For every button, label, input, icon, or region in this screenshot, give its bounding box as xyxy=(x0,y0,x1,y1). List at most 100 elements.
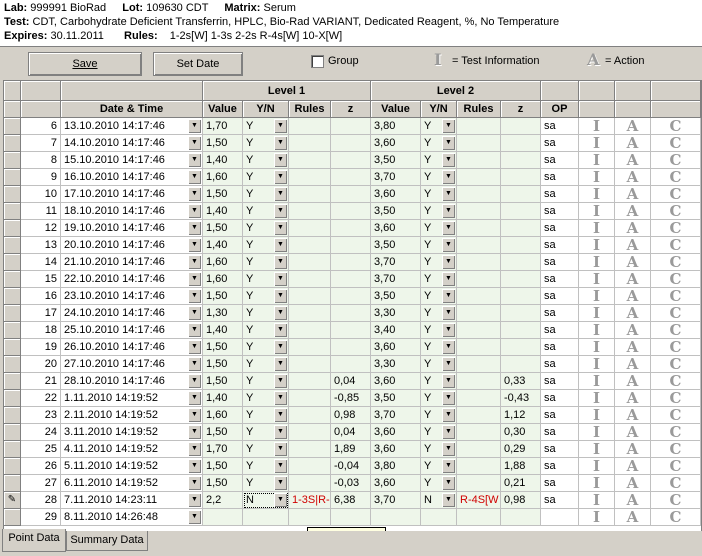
l2-yn-cell[interactable]: Y ▼ xyxy=(421,135,457,152)
row-selector[interactable] xyxy=(4,424,21,441)
l1-z-cell[interactable] xyxy=(331,271,371,288)
l1-z-cell[interactable] xyxy=(331,339,371,356)
l1-z-cell[interactable] xyxy=(331,220,371,237)
action-icon[interactable]: A xyxy=(615,186,651,203)
l2-rules-cell[interactable] xyxy=(457,458,501,475)
l2-value-cell[interactable]: 3,60 xyxy=(371,424,421,441)
date-time-cell[interactable]: 14.10.2010 14:17:46 ▼ xyxy=(61,135,203,152)
op-cell[interactable]: sa xyxy=(541,152,579,169)
l2-rules-header[interactable]: Rules xyxy=(457,101,501,118)
l2-yn-cell[interactable]: Y ▼ xyxy=(421,254,457,271)
l1-yn-cell[interactable]: Y ▼ xyxy=(243,458,289,475)
row-selector[interactable] xyxy=(4,271,21,288)
date-time-cell[interactable]: 4.11.2010 14:19:52 ▼ xyxy=(61,441,203,458)
l1-z-cell[interactable]: -0,85 xyxy=(331,390,371,407)
dropdown-arrow-icon[interactable]: ▼ xyxy=(274,391,287,405)
l2-rules-cell[interactable] xyxy=(457,271,501,288)
l1-yn-cell[interactable]: Y ▼ xyxy=(243,186,289,203)
dropdown-arrow-icon[interactable]: ▼ xyxy=(188,391,201,405)
date-time-cell[interactable]: 1.11.2010 14:19:52 ▼ xyxy=(61,390,203,407)
date-time-cell[interactable]: 5.11.2010 14:19:52 ▼ xyxy=(61,458,203,475)
l2-value-cell[interactable]: 3,50 xyxy=(371,288,421,305)
l1-yn-cell[interactable]: Y ▼ xyxy=(243,271,289,288)
l2-yn-cell[interactable]: Y ▼ xyxy=(421,475,457,492)
l1-value-cell[interactable]: 1,40 xyxy=(203,390,243,407)
l2-value-cell[interactable]: 3,50 xyxy=(371,203,421,220)
l1-rules-cell[interactable] xyxy=(289,373,331,390)
test-info-icon[interactable]: I xyxy=(579,271,615,288)
l1-rules-cell[interactable] xyxy=(289,152,331,169)
l2-value-cell[interactable]: 3,50 xyxy=(371,237,421,254)
l1-rules-cell[interactable] xyxy=(289,458,331,475)
dropdown-arrow-icon[interactable]: ▼ xyxy=(188,442,201,456)
dropdown-arrow-icon[interactable]: ▼ xyxy=(274,459,287,473)
l1-rules-cell[interactable] xyxy=(289,339,331,356)
l2-z-cell[interactable]: 0,29 xyxy=(501,441,541,458)
l2-z-cell[interactable] xyxy=(501,356,541,373)
l1-z-cell[interactable] xyxy=(331,237,371,254)
l1-rules-cell[interactable] xyxy=(289,220,331,237)
row-selector[interactable] xyxy=(4,356,21,373)
action-icon[interactable]: A xyxy=(615,475,651,492)
action-icon[interactable]: A xyxy=(615,356,651,373)
dropdown-arrow-icon[interactable]: ▼ xyxy=(188,119,201,133)
date-time-cell[interactable]: 25.10.2010 14:17:46 ▼ xyxy=(61,322,203,339)
row-selector[interactable] xyxy=(4,220,21,237)
l2-yn-cell[interactable]: Y ▼ xyxy=(421,458,457,475)
test-info-icon[interactable]: I xyxy=(579,322,615,339)
comment-icon[interactable]: C xyxy=(651,237,701,254)
l2-rules-cell[interactable] xyxy=(457,152,501,169)
dropdown-arrow-icon[interactable]: ▼ xyxy=(188,510,201,524)
l1-yn-cell[interactable]: Y ▼ xyxy=(243,322,289,339)
dropdown-arrow-icon[interactable]: ▼ xyxy=(188,136,201,150)
l1-rules-cell[interactable] xyxy=(289,169,331,186)
date-time-cell[interactable]: 24.10.2010 14:17:46 ▼ xyxy=(61,305,203,322)
comment-icon[interactable]: C xyxy=(651,152,701,169)
dropdown-arrow-icon[interactable]: ▼ xyxy=(442,493,455,507)
dropdown-arrow-icon[interactable]: ▼ xyxy=(188,493,201,507)
row-selector[interactable] xyxy=(4,118,21,135)
l2-yn-cell[interactable]: Y ▼ xyxy=(421,271,457,288)
dropdown-arrow-icon[interactable]: ▼ xyxy=(188,153,201,167)
action-icon[interactable]: A xyxy=(615,271,651,288)
dropdown-arrow-icon[interactable]: ▼ xyxy=(274,221,287,235)
dropdown-arrow-icon[interactable]: ▼ xyxy=(442,204,455,218)
l1-z-cell[interactable]: -0,04 xyxy=(331,458,371,475)
l2-z-cell[interactable]: 1,88 xyxy=(501,458,541,475)
l2-z-cell[interactable] xyxy=(501,203,541,220)
l2-rules-cell[interactable] xyxy=(457,305,501,322)
l1-z-cell[interactable] xyxy=(331,135,371,152)
dropdown-arrow-icon[interactable]: ▼ xyxy=(188,272,201,286)
l1-value-cell[interactable]: 1,50 xyxy=(203,458,243,475)
op-cell[interactable]: sa xyxy=(541,373,579,390)
date-time-cell[interactable]: 28.10.2010 14:17:46 ▼ xyxy=(61,373,203,390)
l1-yn-cell[interactable]: Y ▼ xyxy=(243,288,289,305)
dropdown-arrow-icon[interactable]: ▼ xyxy=(274,357,287,371)
row-selector[interactable] xyxy=(4,237,21,254)
l1-yn-cell[interactable]: Y ▼ xyxy=(243,475,289,492)
dropdown-arrow-icon[interactable]: ▼ xyxy=(274,340,287,354)
dropdown-arrow-icon[interactable]: ▼ xyxy=(442,425,455,439)
group-checkbox[interactable] xyxy=(311,55,324,68)
l2-value-cell[interactable]: 3,60 xyxy=(371,475,421,492)
op-cell[interactable]: sa xyxy=(541,254,579,271)
test-info-icon[interactable]: I xyxy=(579,288,615,305)
l2-z-cell[interactable] xyxy=(501,237,541,254)
l1-yn-cell[interactable]: Y ▼ xyxy=(243,390,289,407)
comment-icon[interactable]: C xyxy=(651,254,701,271)
l1-value-cell[interactable]: 1,40 xyxy=(203,152,243,169)
l2-value-cell[interactable]: 3,30 xyxy=(371,356,421,373)
l2-yn-cell[interactable]: Y ▼ xyxy=(421,390,457,407)
date-time-cell[interactable]: 8.11.2010 14:26:48 ▼ xyxy=(61,509,203,526)
l1-yn-cell[interactable]: Y ▼ xyxy=(243,407,289,424)
date-time-cell[interactable]: 26.10.2010 14:17:46 ▼ xyxy=(61,339,203,356)
op-cell[interactable]: sa xyxy=(541,356,579,373)
l1-yn-cell[interactable]: Y ▼ xyxy=(243,339,289,356)
l1-value-cell[interactable]: 1,50 xyxy=(203,220,243,237)
dropdown-arrow-icon[interactable]: ▼ xyxy=(442,357,455,371)
comment-icon[interactable]: C xyxy=(651,186,701,203)
action-icon[interactable]: A xyxy=(615,203,651,220)
comment-icon[interactable]: C xyxy=(651,118,701,135)
dropdown-arrow-icon[interactable]: ▼ xyxy=(442,136,455,150)
dropdown-arrow-icon[interactable]: ▼ xyxy=(188,170,201,184)
